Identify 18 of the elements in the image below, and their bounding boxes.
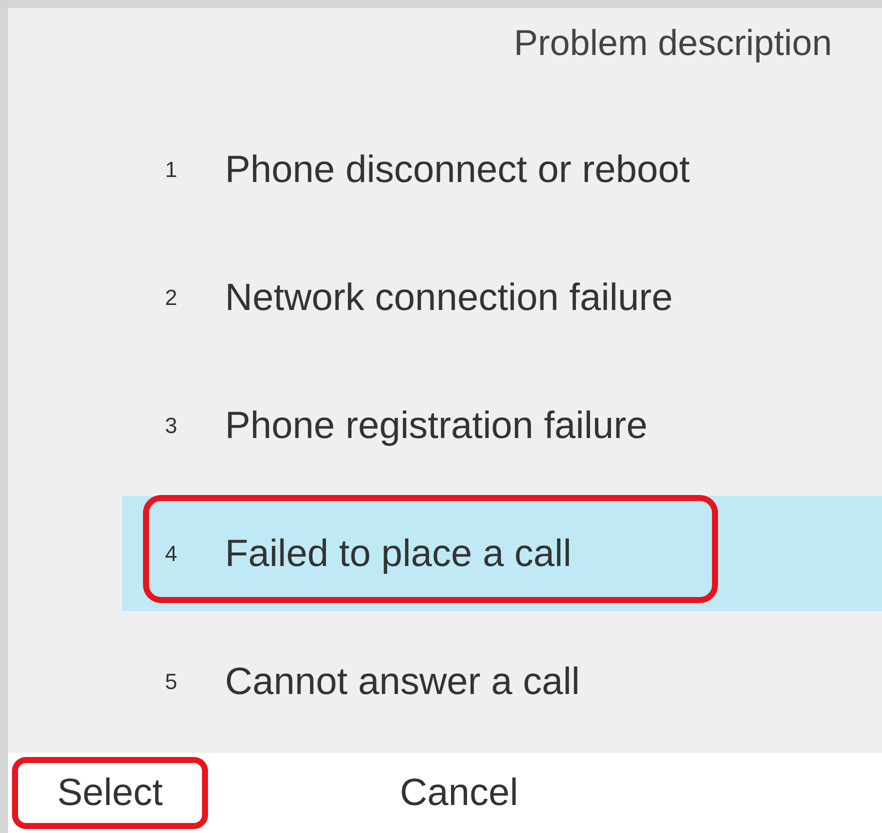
softkey-button[interactable]: Select [12, 757, 208, 829]
menu-item[interactable]: 4 Failed to place a call [122, 496, 882, 611]
item-number: 4 [164, 540, 178, 566]
screen-title: Problem description [514, 22, 832, 64]
item-label: Phone registration failure [225, 404, 648, 448]
item-number: 3 [164, 412, 178, 438]
item-label: Network connection failure [225, 276, 673, 320]
item-label: Phone disconnect or reboot [225, 148, 690, 192]
item-number: 2 [164, 284, 178, 310]
softkey-button[interactable]: Cancel [361, 757, 557, 829]
item-number: 5 [164, 668, 178, 694]
item-label: Failed to place a call [225, 532, 572, 576]
item-number: 1 [164, 156, 178, 182]
menu-item[interactable]: 5 Cannot answer a call [122, 624, 882, 739]
menu-item[interactable]: 2 Network connection failure [122, 240, 882, 355]
menu-item[interactable]: 1 Phone disconnect or reboot [122, 112, 882, 227]
menu-item[interactable]: 3 Phone registration failure [122, 368, 882, 483]
item-label: Cannot answer a call [225, 660, 580, 704]
